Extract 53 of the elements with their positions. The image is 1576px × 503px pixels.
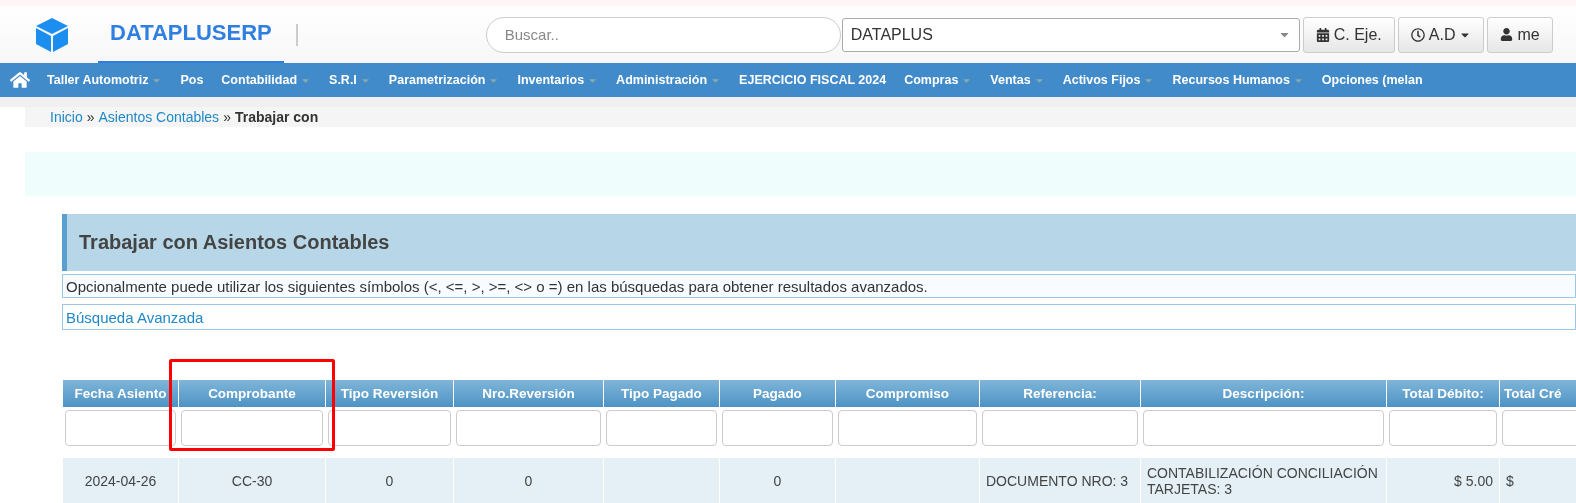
filter-field[interactable] [982,410,1138,446]
breadcrumb-link[interactable]: Inicio [50,109,83,125]
filter-field[interactable] [1502,410,1576,446]
menu-item[interactable]: Opciones (melan [1312,73,1432,87]
menu-item[interactable]: Recursos Humanos [1163,73,1313,87]
filter-field[interactable] [722,410,833,446]
menu-item[interactable]: Activos Fijos [1053,73,1164,87]
breadcrumb-link[interactable]: Asientos Contables [98,109,220,125]
search-hint: Opcionalmente puede utilizar los siguientes símbolos (<, <=, >, >=, <> o =) en las búsquedas para obtener resultados avanzados. [62,274,1576,298]
menu-item[interactable]: EJERCICIO FISCAL 2024 [730,73,896,87]
menu-item[interactable]: Taller Automotriz [38,73,172,87]
menu-item[interactable]: Ventas [981,73,1054,87]
column-header[interactable]: Tipo Pagado [604,380,719,407]
column-header[interactable]: Referencia: [980,380,1140,407]
advanced-search-link[interactable]: Búsqueda Avanzada [62,304,1576,330]
filter-field[interactable] [838,410,977,446]
cube-logo-icon [34,16,70,53]
header-button[interactable]: me [1487,16,1553,53]
header-button[interactable]: A.D [1397,16,1485,53]
filter-field[interactable] [606,410,717,446]
calendar-icon [1315,27,1330,42]
column-header[interactable]: Total Débito: [1387,380,1499,407]
breadcrumb-separator: » [223,109,231,125]
menu-item[interactable]: Parametrización [379,73,509,87]
column-header[interactable]: Nro.Reversión [454,380,603,407]
filter-field[interactable] [181,410,323,446]
filter-field[interactable] [1143,410,1384,446]
user-icon [1500,28,1514,41]
header-button[interactable]: C. Eje. [1302,16,1395,53]
column-header[interactable]: Fecha Asiento [63,380,178,407]
clock-icon [1410,27,1425,42]
panel-title: Trabajar con Asientos Contables [62,214,1576,271]
menu-item[interactable]: Administración [607,73,731,87]
menu-item[interactable]: Inventarios [508,73,608,87]
menu-item[interactable]: Contabilidad [212,73,321,87]
column-header[interactable]: Compromiso [836,380,979,407]
menu-item[interactable]: S.R.I [320,73,380,87]
column-header[interactable]: Descripción: [1141,380,1386,407]
column-header[interactable]: Comprobante [179,380,325,407]
column-header[interactable]: Tipo Reversión [326,380,453,407]
filter-field[interactable] [328,410,451,446]
menu-item[interactable]: Compras [895,73,982,87]
menu-item[interactable]: Pos [171,73,213,87]
search-field[interactable]: Buscar.. [485,16,841,53]
filter-field[interactable] [1389,410,1497,446]
breadcrumb-current: Trabajar con [234,109,319,125]
company-select[interactable]: DATAPLUS [841,17,1300,52]
column-header[interactable]: Pagado [720,380,835,407]
filter-field[interactable] [456,410,601,446]
home-icon[interactable] [10,70,30,90]
column-header[interactable]: Total Cré [1500,380,1576,407]
filter-field[interactable] [65,410,176,446]
breadcrumb-separator: » [86,109,95,125]
